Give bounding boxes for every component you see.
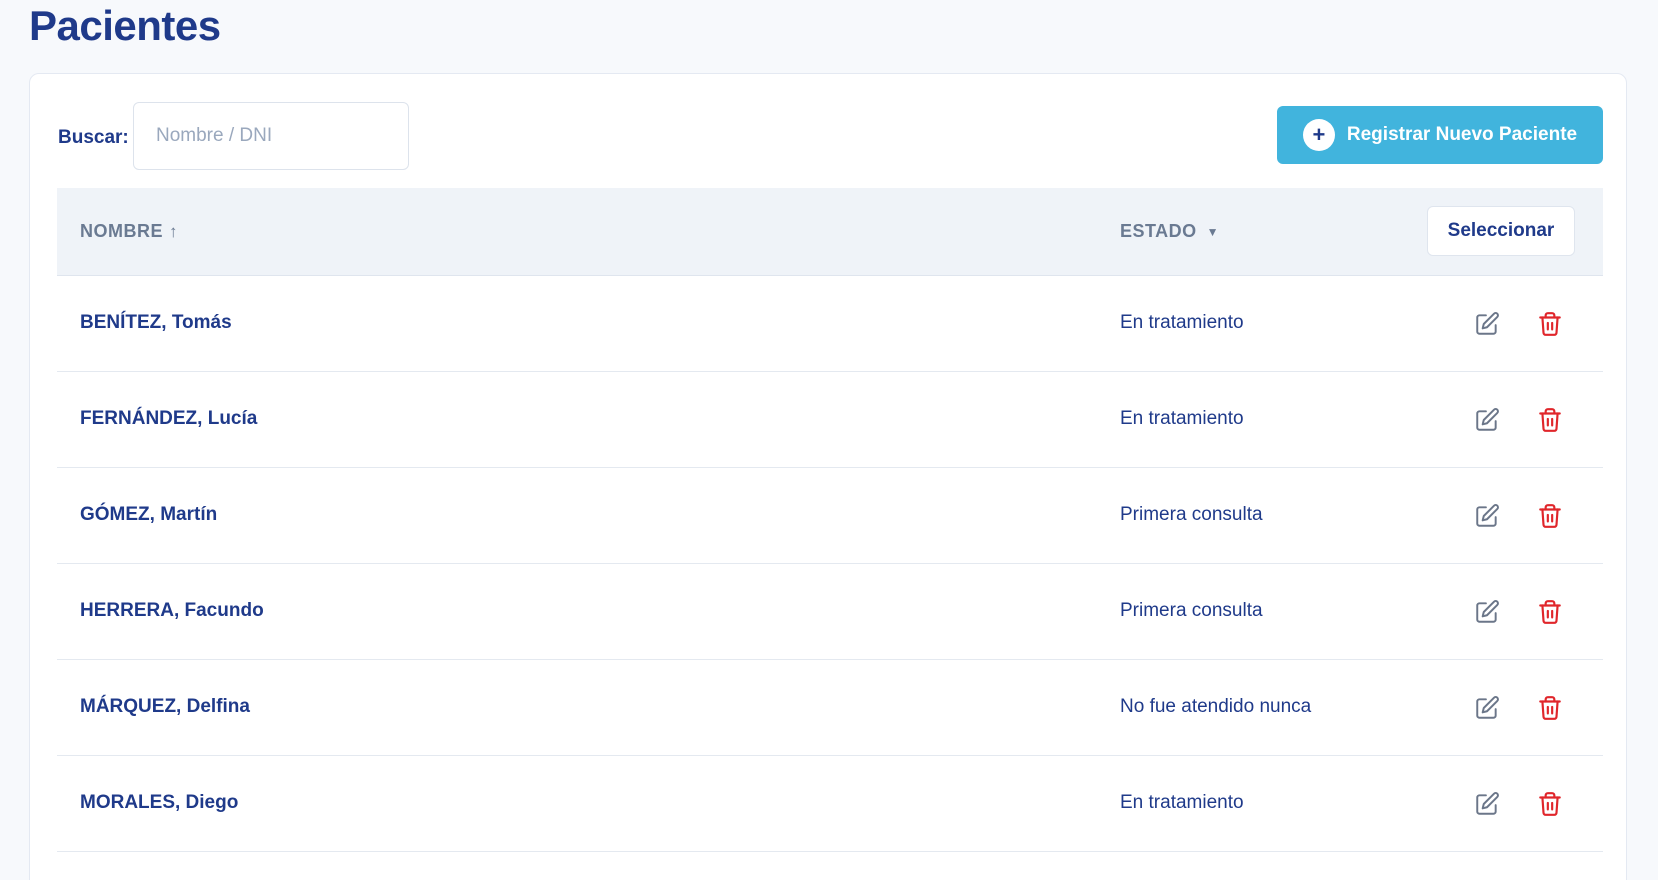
edit-icon[interactable] [1471,500,1503,532]
trash-icon[interactable] [1534,596,1566,628]
patient-name[interactable]: GÓMEZ, Martín [80,504,217,526]
trash-icon[interactable] [1534,500,1566,532]
patient-status: En tratamiento [1120,792,1244,813]
column-header-status[interactable]: ESTADO ▼ [1120,221,1219,242]
trash-icon[interactable] [1534,308,1566,340]
table-body: BENÍTEZ, Tomás En tratamiento FERNÁNDEZ,… [57,276,1603,852]
column-header-name-label: NOMBRE [80,221,163,241]
patient-status: En tratamiento [1120,312,1244,333]
patient-name[interactable]: HERRERA, Facundo [80,600,264,622]
page-title: Pacientes [29,2,221,49]
table-header: NOMBRE ↑ ESTADO ▼ Seleccionar [57,188,1603,276]
edit-icon[interactable] [1471,596,1503,628]
table-row: GÓMEZ, Martín Primera consulta [57,468,1603,564]
table-row: BENÍTEZ, Tomás En tratamiento [57,276,1603,372]
table-row: MÁRQUEZ, Delfina No fue atendido nunca [57,660,1603,756]
column-header-status-label: ESTADO [1120,221,1197,241]
patient-name[interactable]: MORALES, Diego [80,792,238,814]
edit-icon[interactable] [1471,308,1503,340]
trash-icon[interactable] [1534,788,1566,820]
search-label: Buscar: [58,127,129,148]
patient-status: No fue atendido nunca [1120,696,1312,717]
table-row: FERNÁNDEZ, Lucía En tratamiento [57,372,1603,468]
patient-name[interactable]: FERNÁNDEZ, Lucía [80,408,257,430]
patient-status: Primera consulta [1120,504,1263,525]
plus-circle-icon: + [1302,119,1335,151]
sort-ascending-icon: ↑ [169,221,178,241]
edit-icon[interactable] [1471,692,1503,724]
trash-icon[interactable] [1534,404,1566,436]
patient-name[interactable]: BENÍTEZ, Tomás [80,312,232,334]
dropdown-caret-icon: ▼ [1206,224,1220,239]
edit-icon[interactable] [1471,788,1503,820]
patient-name[interactable]: MÁRQUEZ, Delfina [80,696,250,718]
column-header-name[interactable]: NOMBRE ↑ [80,221,178,242]
patients-page: Pacientes Buscar: + Registrar Nuevo Paci… [0,0,1658,880]
patients-table: NOMBRE ↑ ESTADO ▼ Seleccionar BENÍTEZ, T… [57,188,1603,852]
search-input[interactable] [133,102,409,170]
register-patient-label: Registrar Nuevo Paciente [1346,124,1578,145]
patients-card: Buscar: + Registrar Nuevo Paciente NOMBR… [29,73,1627,880]
select-button[interactable]: Seleccionar [1427,206,1575,256]
trash-icon[interactable] [1534,692,1566,724]
patient-status: En tratamiento [1120,408,1244,429]
table-row: HERRERA, Facundo Primera consulta [57,564,1603,660]
register-patient-button[interactable]: + Registrar Nuevo Paciente [1277,106,1603,164]
table-row: MORALES, Diego En tratamiento [57,756,1603,852]
edit-icon[interactable] [1471,404,1503,436]
patient-status: Primera consulta [1120,600,1263,621]
